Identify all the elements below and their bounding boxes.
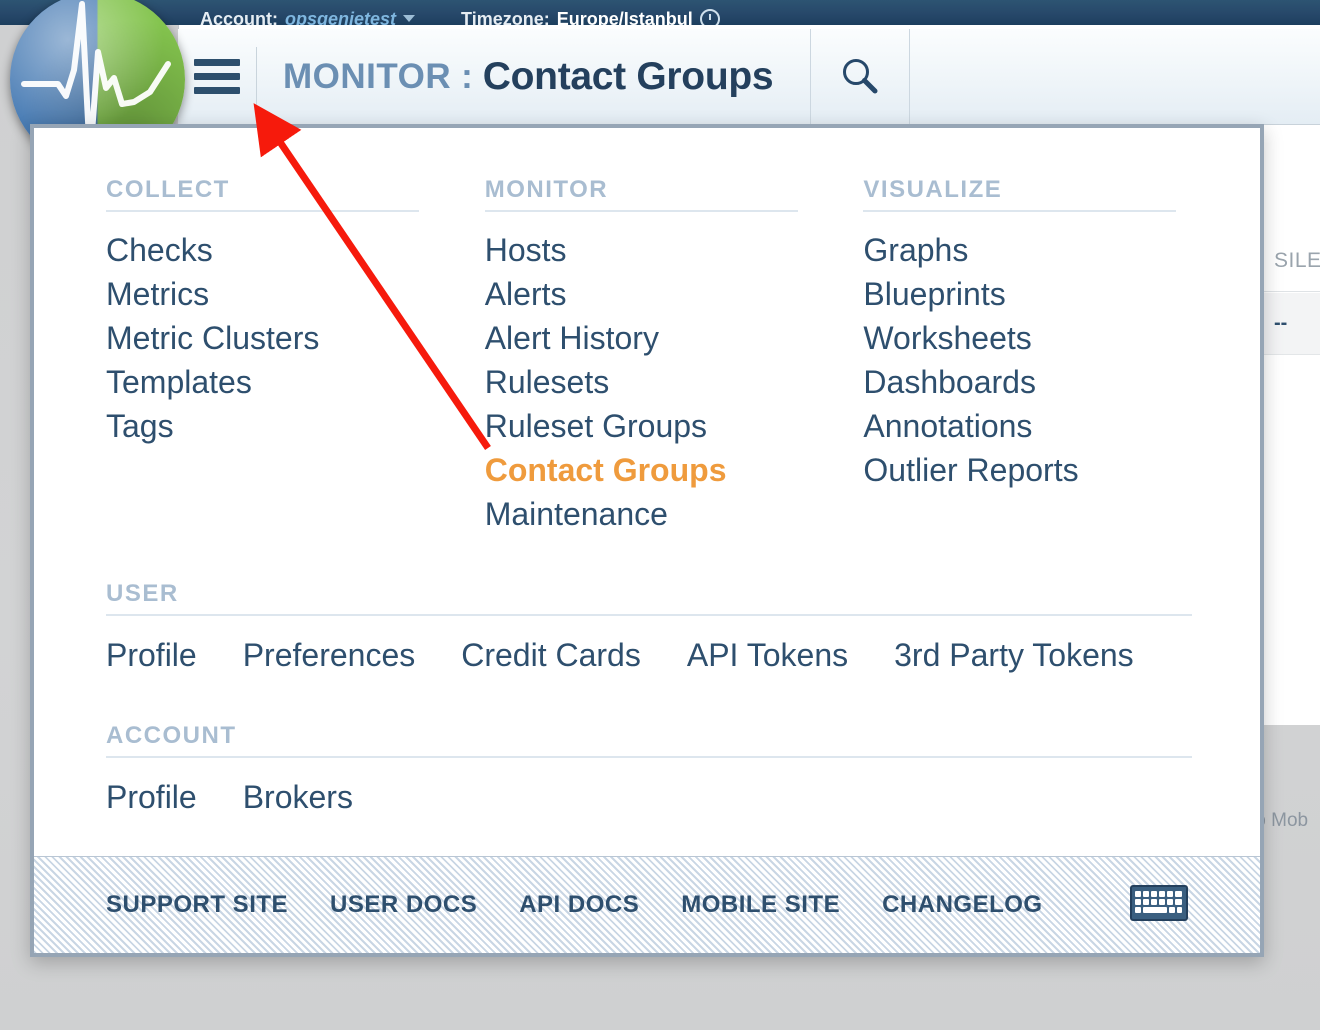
menu-column-heading: VISUALIZE (863, 176, 1003, 203)
menu-item-maintenance[interactable]: Maintenance (485, 492, 864, 536)
menu-item-ruleset-groups[interactable]: Ruleset Groups (485, 404, 864, 448)
hamburger-menu-button[interactable] (178, 29, 256, 125)
menu-column-monitor: MONITOR Hosts Alerts Alert History Rules… (484, 176, 864, 536)
menu-item-brokers[interactable]: Brokers (243, 774, 353, 820)
menu-item-blueprints[interactable]: Blueprints (863, 272, 1188, 316)
page-title-prefix: MONITOR (283, 56, 452, 96)
search-icon (843, 59, 878, 94)
table-cell-value: -- (1262, 293, 1320, 355)
account-value[interactable]: opsgenietest (285, 9, 396, 25)
menu-item-alert-history[interactable]: Alert History (485, 316, 864, 360)
divider (106, 756, 1192, 758)
menu-item-rulesets[interactable]: Rulesets (485, 360, 864, 404)
menu-item-worksheets[interactable]: Worksheets (863, 316, 1188, 360)
page-title: MONITOR : Contact Groups (257, 29, 774, 125)
timezone-value: Europe/Istanbul (556, 9, 693, 25)
chevron-down-icon[interactable] (403, 15, 416, 22)
footer-link-changelog[interactable]: CHANGELOG (882, 891, 1043, 919)
menu-item-account-profile[interactable]: Profile (106, 774, 197, 820)
top-account-bar: Account: opsgenietest Timezone: Europe/I… (0, 0, 1320, 25)
menu-item-graphs[interactable]: Graphs (863, 228, 1188, 272)
app-root: SILE -- to Mob Account: opsgenietest Tim… (0, 0, 1320, 1030)
menu-section-heading: ACCOUNT (106, 722, 237, 749)
menu-item-metric-clusters[interactable]: Metric Clusters (106, 316, 485, 360)
menu-item-alerts[interactable]: Alerts (485, 272, 864, 316)
table-column-header-silence: SILE (1262, 230, 1320, 292)
menu-item-api-tokens[interactable]: API Tokens (687, 632, 848, 678)
search-button[interactable] (810, 29, 910, 125)
menu-item-checks[interactable]: Checks (106, 228, 485, 272)
menu-section-account: ACCOUNT Profile Brokers (106, 722, 1192, 820)
menu-item-tags[interactable]: Tags (106, 404, 485, 448)
menu-item-annotations[interactable]: Annotations (863, 404, 1188, 448)
menu-column-heading: COLLECT (106, 176, 230, 203)
divider (106, 210, 419, 212)
footer-link-api-docs[interactable]: API DOCS (519, 891, 639, 919)
menu-footer-bar: SUPPORT SITE USER DOCS API DOCS MOBILE S… (34, 856, 1260, 953)
menu-item-templates[interactable]: Templates (106, 360, 485, 404)
account-selector[interactable]: Account: opsgenietest (200, 9, 416, 25)
keyboard-icon (1130, 884, 1188, 921)
account-links: Profile Brokers (106, 774, 1188, 820)
hamburger-bar (194, 87, 240, 94)
menu-item-outlier-reports[interactable]: Outlier Reports (863, 448, 1188, 492)
page-title-main: Contact Groups (482, 54, 774, 98)
menu-item-hosts[interactable]: Hosts (485, 228, 864, 272)
footer-link-user-docs[interactable]: USER DOCS (330, 891, 477, 919)
menu-item-dashboards[interactable]: Dashboards (863, 360, 1188, 404)
footer-link-mobile-site[interactable]: MOBILE SITE (681, 891, 840, 919)
divider (106, 614, 1192, 616)
user-links: Profile Preferences Credit Cards API Tok… (106, 632, 1188, 678)
timezone-selector[interactable]: Timezone: Europe/Istanbul (461, 5, 720, 25)
timezone-label: Timezone: (461, 9, 550, 25)
hamburger-bar (194, 59, 240, 66)
menu-item-credit-cards[interactable]: Credit Cards (461, 632, 641, 678)
menu-section-heading: USER (106, 580, 179, 607)
clock-icon (699, 9, 720, 25)
footer-link-support-site[interactable]: SUPPORT SITE (106, 891, 288, 919)
menu-item-metrics[interactable]: Metrics (106, 272, 485, 316)
keyboard-shortcuts-button[interactable] (1130, 884, 1188, 926)
menu-item-preferences[interactable]: Preferences (243, 632, 416, 678)
account-label: Account: (200, 9, 278, 25)
menu-item-user-profile[interactable]: Profile (106, 632, 197, 678)
menu-section-user: USER Profile Preferences Credit Cards AP… (106, 580, 1192, 678)
page-header-bar: MONITOR : Contact Groups (178, 29, 1320, 125)
menu-columns: COLLECT Checks Metrics Metric Clusters T… (106, 176, 1188, 536)
page-title-separator: : (461, 56, 473, 96)
menu-item-3rd-party-tokens[interactable]: 3rd Party Tokens (894, 632, 1134, 678)
footer-links: SUPPORT SITE USER DOCS API DOCS MOBILE S… (106, 891, 1043, 919)
menu-column-heading: MONITOR (484, 176, 609, 203)
menu-column-collect: COLLECT Checks Metrics Metric Clusters T… (106, 176, 485, 536)
divider (484, 210, 798, 212)
menu-column-visualize: VISUALIZE Graphs Blueprints Worksheets D… (863, 176, 1188, 536)
menu-item-contact-groups[interactable]: Contact Groups (485, 448, 864, 492)
divider (863, 210, 1177, 212)
hamburger-bar (194, 73, 240, 80)
main-navigation-menu: COLLECT Checks Metrics Metric Clusters T… (30, 124, 1264, 957)
